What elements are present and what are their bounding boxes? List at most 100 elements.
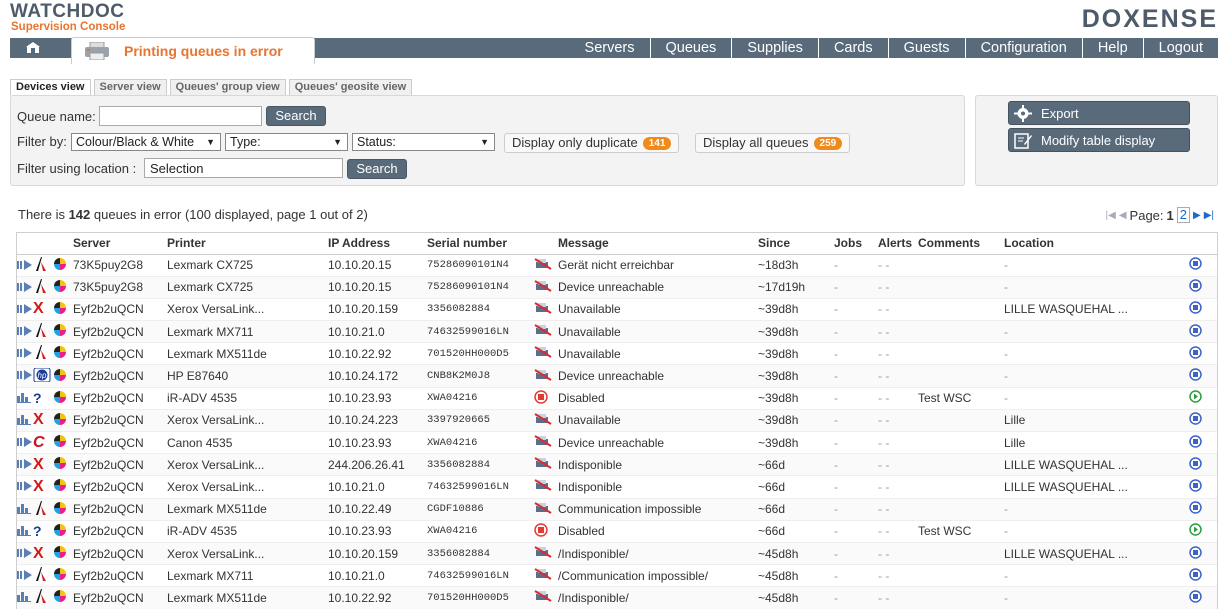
- printer-cell[interactable]: Lexmark CX725: [167, 276, 328, 299]
- stop-icon[interactable]: [1172, 364, 1217, 388]
- table-row[interactable]: Eyf2b2uQCN Lexmark MX711 10.10.21.0 7463259…: [17, 320, 1217, 344]
- table-row[interactable]: X Eyf2b2uQCN Xerox VersaLink... 10.10.20.15…: [17, 298, 1217, 322]
- table-row[interactable]: Eyf2b2uQCN Lexmark MX511de 10.10.22.49 CGDF…: [17, 498, 1217, 521]
- col-jobs[interactable]: Jobs: [834, 233, 878, 255]
- nav-guests[interactable]: Guests: [887, 38, 965, 58]
- table-row[interactable]: C Eyf2b2uQCN Canon 4535 10.10.23.93 XWA04216…: [17, 431, 1217, 455]
- table-row[interactable]: hp Eyf2b2uQCN HP E87640 10.10.24.172 CNB8K2M…: [17, 364, 1217, 388]
- table-row[interactable]: ? Eyf2b2uQCN iR-ADV 4535 10.10.23.93 XWA0421…: [17, 387, 1217, 410]
- printer-cell[interactable]: Xerox VersaLink...: [167, 298, 328, 322]
- col-serial[interactable]: Serial number: [427, 233, 534, 255]
- col-server[interactable]: Server: [73, 233, 167, 255]
- nav-help[interactable]: Help: [1081, 38, 1143, 58]
- printer-cell[interactable]: Lexmark CX725: [167, 254, 328, 277]
- table-row[interactable]: X Eyf2b2uQCN Xerox VersaLink... 10.10.21.0 7…: [17, 475, 1217, 499]
- tab-queues-geosite-view[interactable]: Queues' geosite view: [288, 79, 413, 96]
- nav-supplies[interactable]: Supplies: [731, 38, 818, 58]
- stop-icon[interactable]: [1172, 431, 1217, 455]
- status-select[interactable]: Status: ▼: [352, 133, 495, 151]
- stop-icon[interactable]: [1172, 409, 1217, 433]
- table-row[interactable]: Eyf2b2uQCN Lexmark MX511de 10.10.22.92 7015…: [17, 342, 1217, 366]
- type-icon[interactable]: [17, 364, 33, 388]
- printer-cell[interactable]: Canon 4535: [167, 431, 328, 455]
- printer-cell[interactable]: Xerox VersaLink...: [167, 453, 328, 477]
- tab-devices-view[interactable]: Devices view: [10, 79, 91, 96]
- table-row[interactable]: Eyf2b2uQCN Lexmark MX511de 10.10.22.92 7015…: [17, 586, 1217, 609]
- printer-cell[interactable]: iR-ADV 4535: [167, 520, 328, 543]
- type-icon[interactable]: [17, 320, 33, 344]
- col-ip[interactable]: IP Address: [328, 233, 427, 255]
- table-row[interactable]: X Eyf2b2uQCN Xerox VersaLink... 10.10.24.22…: [17, 409, 1217, 433]
- modify-table-display-button[interactable]: Modify table display: [1008, 128, 1190, 152]
- col-comments[interactable]: Comments: [918, 233, 1004, 255]
- queue-name-input[interactable]: [99, 106, 262, 126]
- type-icon[interactable]: [17, 542, 33, 566]
- stop-icon[interactable]: [1172, 586, 1217, 609]
- colour-select[interactable]: Colour/Black & White ▼: [71, 133, 221, 151]
- nav-logout[interactable]: Logout: [1142, 38, 1218, 58]
- tab-queues-group-view[interactable]: Queues' group view: [169, 79, 286, 96]
- printer-cell[interactable]: Lexmark MX511de: [167, 342, 328, 366]
- type-icon[interactable]: [17, 431, 33, 455]
- export-button[interactable]: Export: [1008, 101, 1190, 125]
- stop-icon[interactable]: [1172, 475, 1217, 499]
- type-icon[interactable]: [17, 254, 33, 277]
- type-icon[interactable]: [17, 409, 33, 433]
- printer-cell[interactable]: Lexmark MX711: [167, 320, 328, 344]
- table-row[interactable]: ? Eyf2b2uQCN iR-ADV 4535 10.10.23.93 XWA0421…: [17, 520, 1217, 543]
- type-icon[interactable]: [17, 276, 33, 299]
- table-row[interactable]: X Eyf2b2uQCN Xerox VersaLink... 244.206.26.…: [17, 453, 1217, 477]
- table-row[interactable]: 73K5puy2G8 Lexmark CX725 10.10.20.15 752860…: [17, 276, 1217, 299]
- type-icon[interactable]: [17, 564, 33, 588]
- type-icon[interactable]: [17, 298, 33, 322]
- table-row[interactable]: 73K5puy2G8 Lexmark CX725 10.10.20.15 752860…: [17, 254, 1217, 277]
- type-icon[interactable]: [17, 586, 33, 609]
- col-printer[interactable]: Printer: [167, 233, 328, 255]
- home-icon[interactable]: [10, 38, 56, 58]
- tab-server-view[interactable]: Server view: [93, 79, 167, 96]
- table-row[interactable]: Eyf2b2uQCN Lexmark MX711 10.10.21.0 7463259…: [17, 564, 1217, 588]
- queue-search-button[interactable]: Search: [266, 106, 326, 126]
- stop-icon[interactable]: [1172, 453, 1217, 477]
- stop-icon[interactable]: [1172, 342, 1217, 366]
- printer-cell[interactable]: HP E87640: [167, 364, 328, 388]
- nav-configuration[interactable]: Configuration: [964, 38, 1082, 58]
- location-search-button[interactable]: Search: [347, 159, 407, 179]
- stop-icon[interactable]: [1172, 298, 1217, 322]
- type-icon[interactable]: [17, 520, 33, 543]
- printer-cell[interactable]: iR-ADV 4535: [167, 387, 328, 410]
- type-icon[interactable]: [17, 498, 33, 521]
- nav-servers[interactable]: Servers: [570, 38, 650, 58]
- type-icon[interactable]: [17, 475, 33, 499]
- type-icon[interactable]: [17, 387, 33, 410]
- type-icon[interactable]: [17, 453, 33, 477]
- col-since[interactable]: Since: [758, 233, 834, 255]
- next-page-icon[interactable]: ▶: [1193, 210, 1201, 221]
- table-row[interactable]: X Eyf2b2uQCN Xerox VersaLink... 10.10.20.15…: [17, 542, 1217, 566]
- nav-cards[interactable]: Cards: [817, 38, 888, 58]
- printer-cell[interactable]: Lexmark MX711: [167, 564, 328, 588]
- col-location[interactable]: Location: [1004, 233, 1172, 255]
- printer-cell[interactable]: Lexmark MX511de: [167, 586, 328, 609]
- stop-icon[interactable]: [1172, 254, 1217, 277]
- stop-icon[interactable]: [1172, 498, 1217, 521]
- stop-icon[interactable]: [1172, 564, 1217, 588]
- stop-icon[interactable]: [1172, 320, 1217, 344]
- col-alerts[interactable]: Alerts: [878, 233, 918, 255]
- stop-icon[interactable]: [1172, 542, 1217, 566]
- location-input[interactable]: [144, 158, 343, 178]
- printer-cell[interactable]: Xerox VersaLink...: [167, 475, 328, 499]
- display-all-button[interactable]: Display all queues 259: [695, 133, 851, 153]
- type-icon[interactable]: [17, 342, 33, 366]
- start-icon[interactable]: [1172, 520, 1217, 543]
- printer-cell[interactable]: Xerox VersaLink...: [167, 542, 328, 566]
- nav-queues[interactable]: Queues: [649, 38, 732, 58]
- stop-icon[interactable]: [1172, 276, 1217, 299]
- type-select[interactable]: Type: ▼: [225, 133, 348, 151]
- col-message[interactable]: Message: [558, 233, 758, 255]
- printer-cell[interactable]: Lexmark MX511de: [167, 498, 328, 521]
- last-page-icon[interactable]: ▶|: [1204, 210, 1214, 221]
- start-icon[interactable]: [1172, 387, 1217, 410]
- display-duplicate-button[interactable]: Display only duplicate 141: [504, 133, 680, 153]
- printer-cell[interactable]: Xerox VersaLink...: [167, 409, 328, 433]
